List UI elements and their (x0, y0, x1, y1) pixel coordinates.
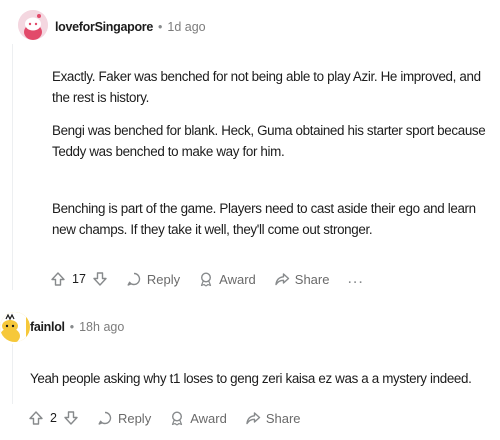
award-label: Award (219, 271, 256, 287)
separator: • (69, 320, 75, 334)
vote-control: 2 (28, 410, 79, 426)
comment: loveforSingapore • 1d ago Exactly. Faker… (0, 0, 500, 300)
award-icon (198, 271, 219, 287)
reply-label: Reply (146, 271, 181, 287)
vote-control: 17 (50, 271, 108, 287)
thread-line[interactable] (12, 44, 13, 290)
upvote-icon[interactable] (28, 410, 44, 426)
share-button[interactable]: Share (274, 271, 330, 287)
username-link[interactable]: loveforSingapore (55, 20, 153, 34)
timestamp[interactable]: 1d ago (167, 20, 205, 34)
award-button[interactable]: Award (198, 271, 256, 287)
downvote-icon[interactable] (92, 271, 108, 287)
username-link[interactable]: fainlol (30, 320, 65, 334)
comment-paragraph: Exactly. Faker was benched for not being… (52, 69, 481, 105)
award-icon (169, 410, 190, 426)
reply-icon (126, 271, 147, 287)
comment-actions: 17 Reply Award Share ... (50, 270, 364, 288)
share-label: Share (294, 271, 330, 287)
award-button[interactable]: Award (169, 410, 227, 426)
comment-paragraph: Yeah people asking why t1 loses to geng … (30, 371, 472, 386)
reply-label: Reply (117, 410, 152, 426)
comment: fainlol • 18h ago Yeah people asking why… (0, 300, 500, 440)
share-icon (274, 271, 295, 287)
comment-paragraph: Benching is part of the game. Players ne… (52, 201, 476, 237)
vote-count: 17 (72, 272, 86, 286)
reply-icon (97, 410, 118, 426)
downvote-icon[interactable] (63, 410, 79, 426)
snoo-avatar-icon (18, 10, 48, 40)
more-icon[interactable]: ... (347, 270, 363, 288)
share-button[interactable]: Share (245, 410, 301, 426)
upvote-icon[interactable] (50, 271, 66, 287)
comment-actions: 2 Reply Award Share (28, 410, 301, 426)
comment-meta: loveforSingapore • 1d ago (55, 20, 206, 34)
reply-button[interactable]: Reply (126, 271, 180, 287)
vote-count: 2 (50, 411, 57, 425)
award-label: Award (190, 410, 227, 426)
thread-line[interactable] (12, 344, 13, 404)
reply-button[interactable]: Reply (97, 410, 151, 426)
separator: • (158, 20, 163, 34)
timestamp[interactable]: 18h ago (79, 320, 124, 334)
avatar[interactable] (0, 312, 30, 342)
share-label: Share (265, 410, 301, 426)
avatar[interactable] (18, 10, 48, 40)
comment-paragraph: Bengi was benched for blank. Heck, Guma … (52, 123, 486, 159)
share-icon (245, 410, 266, 426)
comment-meta: fainlol • 18h ago (30, 320, 124, 334)
snoo-avatar-icon (0, 312, 26, 342)
